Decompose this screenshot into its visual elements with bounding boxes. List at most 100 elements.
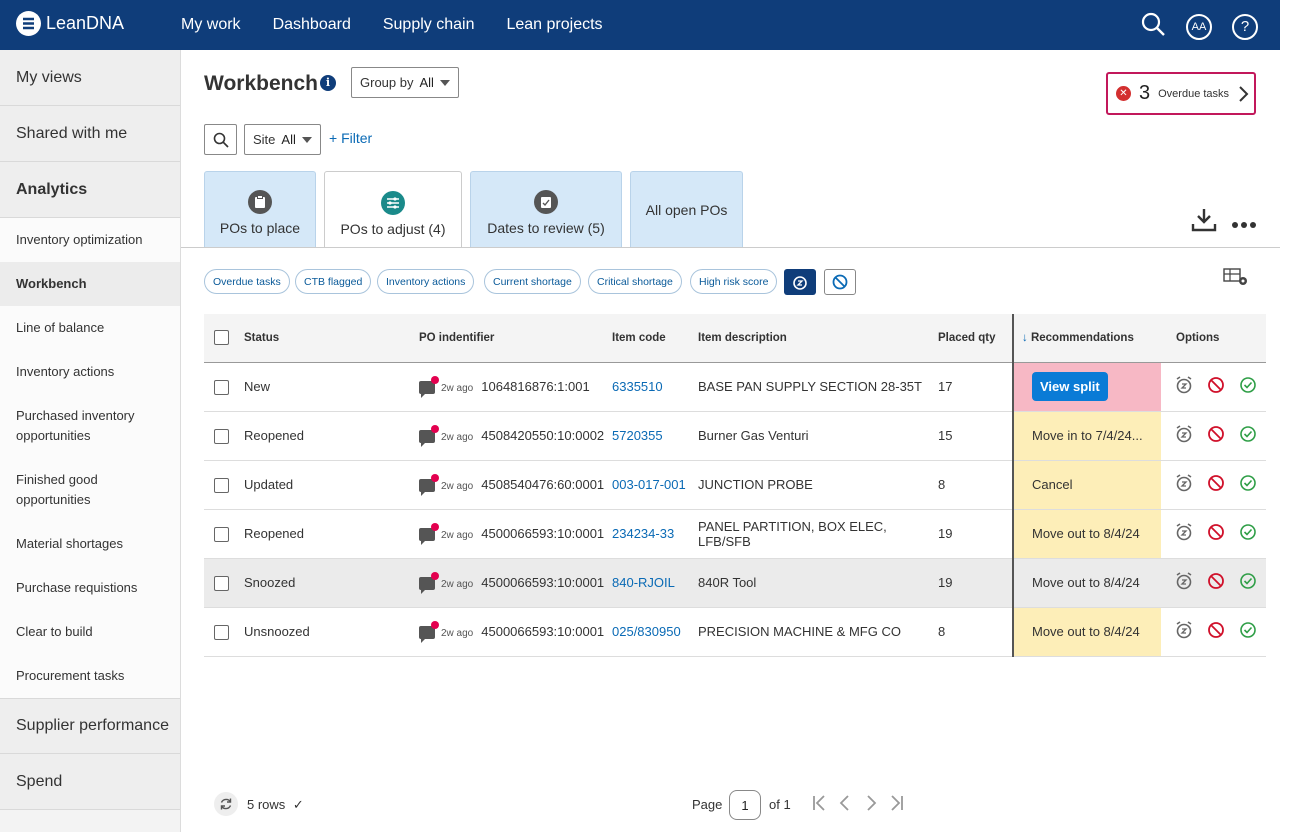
overdue-tasks-button[interactable]: ✕ 3 Overdue tasks <box>1106 72 1256 115</box>
more-options-icon[interactable] <box>1231 216 1257 234</box>
download-icon[interactable] <box>1191 207 1217 238</box>
row-checkbox[interactable] <box>214 624 229 640</box>
sidebar-item-inventory-optimization[interactable]: Inventory optimization <box>0 218 180 262</box>
dismiss-icon[interactable] <box>1207 523 1225 541</box>
chevron-down-icon <box>301 136 312 143</box>
snooze-icon[interactable] <box>1175 572 1193 590</box>
snooze-icon[interactable] <box>1175 474 1193 492</box>
tab-all-open-pos[interactable]: All open POs <box>630 171 743 247</box>
sidebar-item-material-shortages[interactable]: Material shortages <box>0 522 180 566</box>
sidebar-supplier-performance[interactable]: Supplier performance <box>0 698 180 754</box>
chip-inventory-actions[interactable]: Inventory actions <box>377 269 475 294</box>
comment-icon[interactable] <box>419 474 439 497</box>
accept-icon[interactable] <box>1239 474 1257 492</box>
last-page-icon[interactable] <box>890 794 904 812</box>
row-checkbox[interactable] <box>214 379 229 395</box>
prev-page-icon[interactable] <box>838 794 852 812</box>
sidebar-item-workbench[interactable]: Workbench <box>0 262 180 306</box>
recommendation-cell[interactable]: Cancel <box>1012 460 1161 510</box>
recommendation-cell[interactable]: Move out to 8/4/24 <box>1012 607 1161 657</box>
snooze-icon[interactable] <box>1175 523 1193 541</box>
user-avatar[interactable]: AA <box>1186 13 1212 40</box>
column-settings-icon[interactable] <box>1223 267 1249 292</box>
accept-icon[interactable] <box>1239 425 1257 443</box>
col-po-identifier[interactable]: PO indentifier <box>419 314 612 363</box>
recommendation-cell[interactable]: Move out to 8/4/24 <box>1012 558 1161 608</box>
refresh-icon[interactable] <box>214 792 238 816</box>
nav-dashboard[interactable]: Dashboard <box>273 16 351 34</box>
accept-icon[interactable] <box>1239 572 1257 590</box>
help-icon[interactable]: ? <box>1232 13 1258 40</box>
sidebar-item-clear-to-build[interactable]: Clear to build <box>0 610 180 654</box>
item-code-link[interactable]: 6335510 <box>612 379 663 394</box>
sidebar-item-finished-good[interactable]: Finished good opportunities <box>0 458 180 522</box>
row-checkbox[interactable] <box>214 575 229 591</box>
snooze-filter-button[interactable] <box>784 269 816 295</box>
nav-lean-projects[interactable]: Lean projects <box>506 16 602 34</box>
row-checkbox[interactable] <box>214 477 229 493</box>
sidebar-spend[interactable]: Spend <box>0 754 180 810</box>
sidebar-item-purchase-requistions[interactable]: Purchase requistions <box>0 566 180 610</box>
select-all-checkbox[interactable] <box>214 330 229 346</box>
col-item-description[interactable]: Item description <box>698 314 938 363</box>
dismiss-icon[interactable] <box>1207 474 1225 492</box>
search-icon[interactable] <box>1140 11 1166 42</box>
item-code-link[interactable]: 840-RJOIL <box>612 575 675 590</box>
item-code-link[interactable]: 025/830950 <box>612 624 681 639</box>
item-code-link[interactable]: 003-017-001 <box>612 477 686 492</box>
sidebar-my-views[interactable]: My views <box>0 50 180 106</box>
comment-icon[interactable] <box>419 425 439 448</box>
snooze-icon[interactable] <box>1175 621 1193 639</box>
col-placed-qty[interactable]: Placed qty <box>938 314 1013 363</box>
dismissed-filter-button[interactable] <box>824 269 856 295</box>
chip-critical-shortage[interactable]: Critical shortage <box>588 269 682 294</box>
row-checkbox[interactable] <box>214 526 229 542</box>
chip-ctb-flagged[interactable]: CTB flagged <box>295 269 372 294</box>
sidebar-shared-with-me[interactable]: Shared with me <box>0 106 180 162</box>
dismiss-icon[interactable] <box>1207 376 1225 394</box>
sidebar-item-inventory-actions[interactable]: Inventory actions <box>0 350 180 394</box>
sidebar-analytics[interactable]: Analytics <box>0 162 180 218</box>
sidebar-item-line-of-balance[interactable]: Line of balance <box>0 306 180 350</box>
chip-high-risk-score[interactable]: High risk score <box>690 269 778 294</box>
recommendation-cell[interactable]: Move out to 8/4/24 <box>1012 509 1161 559</box>
chip-overdue-tasks[interactable]: Overdue tasks <box>204 269 290 294</box>
accept-icon[interactable] <box>1239 621 1257 639</box>
item-code-link[interactable]: 5720355 <box>612 428 663 443</box>
info-icon[interactable]: i <box>320 75 336 91</box>
app-logo[interactable]: LeanDNA <box>16 11 124 36</box>
group-by-select[interactable]: Group by All <box>351 67 459 98</box>
site-select[interactable]: Site All <box>244 124 321 155</box>
nav-supply-chain[interactable]: Supply chain <box>383 16 475 34</box>
snooze-icon[interactable] <box>1175 425 1193 443</box>
chip-current-shortage[interactable]: Current shortage <box>484 269 581 294</box>
comment-icon[interactable] <box>419 376 439 399</box>
add-filter-link[interactable]: + Filter <box>329 130 372 146</box>
row-checkbox[interactable] <box>214 428 229 444</box>
accept-icon[interactable] <box>1239 376 1257 394</box>
dismiss-icon[interactable] <box>1207 425 1225 443</box>
page-number-input[interactable]: 1 <box>729 790 761 820</box>
view-split-button[interactable]: View split <box>1032 372 1108 401</box>
search-button[interactable] <box>204 124 237 155</box>
comment-icon[interactable] <box>419 572 439 595</box>
tab-pos-to-place[interactable]: POs to place <box>204 171 316 247</box>
sidebar-item-purchased-inventory[interactable]: Purchased inventory opportunities <box>0 394 180 458</box>
snooze-icon[interactable] <box>1175 376 1193 394</box>
comment-icon[interactable] <box>419 523 439 546</box>
col-recommendations[interactable]: ↓ Recommendations <box>1012 314 1161 363</box>
tab-pos-to-adjust[interactable]: POs to adjust (4) <box>324 171 462 248</box>
recommendation-cell[interactable]: Move in to 7/4/24... <box>1012 411 1161 461</box>
comment-icon[interactable] <box>419 621 439 644</box>
dismiss-icon[interactable] <box>1207 572 1225 590</box>
dismiss-icon[interactable] <box>1207 621 1225 639</box>
col-item-code[interactable]: Item code <box>612 314 698 363</box>
next-page-icon[interactable] <box>864 794 878 812</box>
nav-my-work[interactable]: My work <box>181 16 241 34</box>
col-status[interactable]: Status <box>244 314 419 363</box>
sidebar-item-procurement-tasks[interactable]: Procurement tasks <box>0 654 180 698</box>
accept-icon[interactable] <box>1239 523 1257 541</box>
first-page-icon[interactable] <box>812 794 826 812</box>
item-code-link[interactable]: 234234-33 <box>612 526 674 541</box>
tab-dates-to-review[interactable]: Dates to review (5) <box>470 171 622 247</box>
